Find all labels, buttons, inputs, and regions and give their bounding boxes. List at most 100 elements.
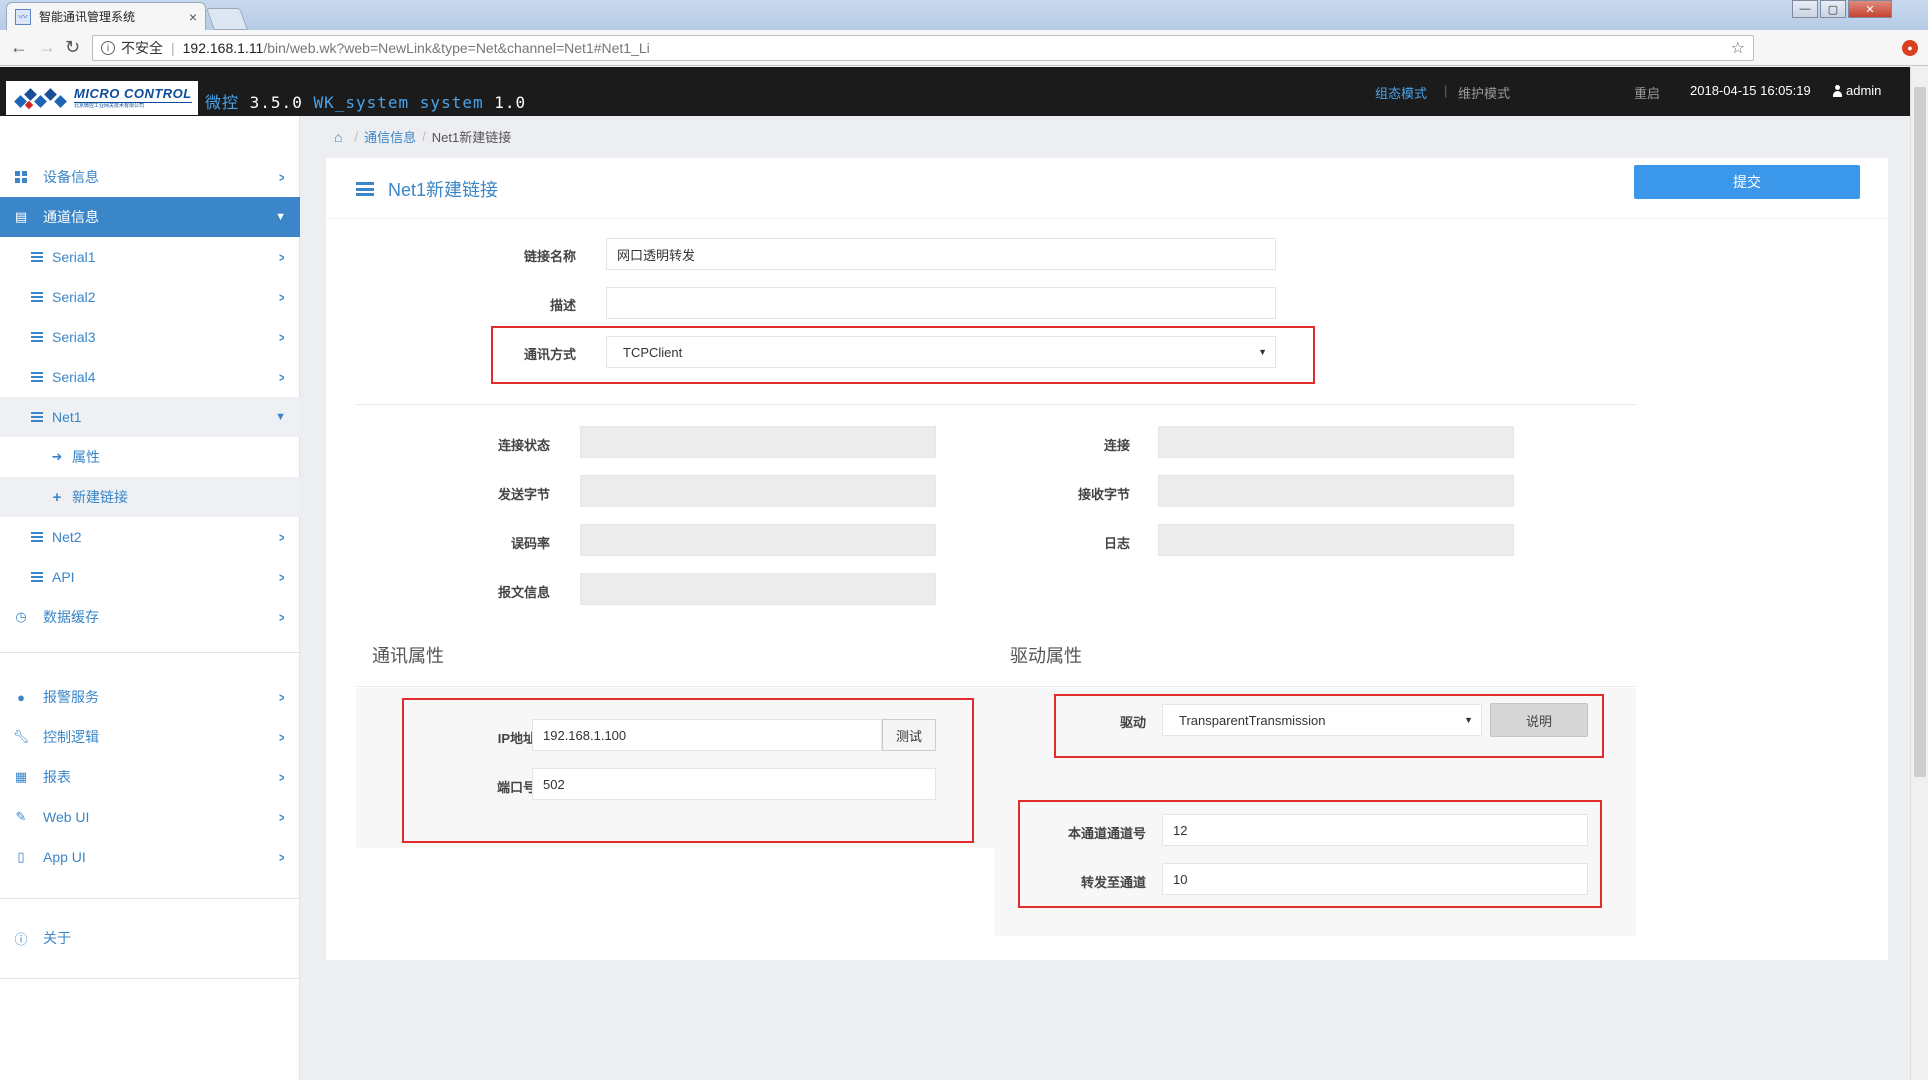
wrench-icon: 🔧︎ xyxy=(12,729,30,744)
comm-mode-value: TCPClient xyxy=(623,344,683,360)
pencil-icon: ✎ xyxy=(15,809,27,824)
url-separator: | xyxy=(171,40,175,56)
chevron-right-icon: > xyxy=(279,169,285,185)
list-icon xyxy=(30,570,44,584)
link-name-label: 链接名称 xyxy=(523,249,576,264)
error-rate-label: 误码率 xyxy=(510,536,550,551)
list-icon xyxy=(30,370,44,384)
list-icon xyxy=(30,530,44,544)
config-mode-link[interactable]: 组态模式 xyxy=(1375,83,1427,102)
favicon-icon: 〰 xyxy=(15,8,31,25)
breadcrumb: ⌂ / 通信信息 / Net1新建链接 xyxy=(334,127,512,146)
window-close-icon[interactable]: ✕ xyxy=(1848,0,1892,18)
caret-down-icon: ▼ xyxy=(1258,347,1267,357)
main-content: ⌂ / 通信信息 / Net1新建链接 Net1新建链接 提交 链接名称 网口透… xyxy=(300,116,1910,1080)
error-rate-field xyxy=(580,524,936,556)
recv-bytes-field xyxy=(1158,475,1514,507)
minimize-icon[interactable]: — xyxy=(1792,0,1818,18)
chevron-right-icon: > xyxy=(279,689,285,705)
back-arrow-icon[interactable]: ← xyxy=(10,37,28,58)
driver-select[interactable]: TransparentTransmission ▼ xyxy=(1162,704,1482,736)
chevron-right-icon: > xyxy=(279,329,285,345)
home-icon[interactable]: ⌂ xyxy=(334,129,342,145)
sidebar-item-alarm-service[interactable]: ● 报警服务 > xyxy=(0,677,300,717)
recv-bytes-label: 接收字节 xyxy=(1077,487,1130,502)
page-scrollbar[interactable] xyxy=(1910,67,1928,1080)
forward-channel-label: 转发至通道 xyxy=(1080,875,1146,890)
restart-link[interactable]: 重启 xyxy=(1634,83,1660,102)
sidebar-item-net2[interactable]: Net2 > xyxy=(0,517,300,557)
mode-divider: | xyxy=(1444,83,1448,98)
connect-label: 连接 xyxy=(1103,438,1130,453)
connect-field xyxy=(1158,426,1514,458)
sidebar-item-serial2[interactable]: Serial2 > xyxy=(0,277,300,317)
chevron-right-icon: > xyxy=(279,529,285,545)
username: admin xyxy=(1846,83,1882,98)
sidebar-divider xyxy=(0,978,300,979)
logo-mark-icon xyxy=(10,85,70,111)
description-input[interactable] xyxy=(606,287,1276,319)
dashboard-icon xyxy=(14,170,28,184)
new-tab-button[interactable] xyxy=(205,8,249,30)
user-menu[interactable]: admin xyxy=(1832,83,1881,98)
list-icon xyxy=(30,250,44,264)
ip-address-input[interactable]: 192.168.1.100 xyxy=(532,719,882,751)
sidebar-item-net1-properties[interactable]: ➜ 属性 xyxy=(0,437,300,477)
scrollbar-thumb[interactable] xyxy=(1914,87,1926,777)
tab-close-icon[interactable]: × xyxy=(189,9,197,25)
extension-icon[interactable]: ● xyxy=(1902,40,1918,56)
app-version: 3.5.0 xyxy=(249,93,303,112)
chevron-down-icon: ▼ xyxy=(275,411,286,423)
comm-mode-select[interactable]: TCPClient ▼ xyxy=(606,336,1276,368)
comm-props-title: 通讯属性 xyxy=(372,646,444,666)
maximize-icon[interactable]: ▢ xyxy=(1820,0,1846,18)
breadcrumb-parent[interactable]: 通信信息 xyxy=(364,127,416,146)
explain-button[interactable]: 说明 xyxy=(1490,703,1588,737)
system-version: 1.0 xyxy=(494,93,527,112)
port-label: 端口号 xyxy=(496,780,536,795)
sidebar-item-web-ui[interactable]: ✎ Web UI > xyxy=(0,797,300,837)
sidebar-item-api[interactable]: API > xyxy=(0,557,300,597)
message-info-field xyxy=(580,573,936,605)
port-input[interactable]: 502 xyxy=(532,768,936,800)
section-divider xyxy=(994,686,1636,687)
sidebar: 设备信息 > ▤ 通道信息 ▼ Serial1 > Serial2 > Seri… xyxy=(0,116,300,1080)
sidebar-item-app-ui[interactable]: ▯ App UI > xyxy=(0,837,300,877)
local-channel-input[interactable]: 12 xyxy=(1162,814,1588,846)
breadcrumb-current: Net1新建链接 xyxy=(431,130,512,145)
log-field xyxy=(1158,524,1514,556)
forward-arrow-icon[interactable]: → xyxy=(38,37,56,58)
sidebar-item-device-info[interactable]: 设备信息 > xyxy=(0,157,300,197)
test-button[interactable]: 测试 xyxy=(882,719,936,751)
sidebar-item-about[interactable]: ⓘ 关于 xyxy=(0,918,300,958)
sidebar-item-data-cache[interactable]: ◷ 数据缓存 > xyxy=(0,597,300,637)
calendar-icon: ▦ xyxy=(14,769,28,784)
link-name-input[interactable]: 网口透明转发 xyxy=(606,238,1276,270)
browser-tab[interactable]: 〰 智能通讯管理系统 × xyxy=(6,2,206,30)
reload-icon[interactable]: ↻ xyxy=(65,37,80,58)
url-input[interactable]: i 不安全 | 192.168.1.11 /bin/web.wk?web=New… xyxy=(92,35,1754,61)
chevron-right-icon: > xyxy=(279,769,285,785)
sidebar-item-channel-info[interactable]: ▤ 通道信息 ▼ xyxy=(0,197,300,237)
forward-channel-input[interactable]: 10 xyxy=(1162,863,1588,895)
url-host: 192.168.1.11 xyxy=(182,40,264,56)
url-path: /bin/web.wk?web=NewLink&type=Net&channel… xyxy=(263,40,650,56)
sidebar-item-net1[interactable]: Net1 ▼ xyxy=(0,397,300,437)
sidebar-item-control-logic[interactable]: 🔧︎ 控制逻辑 > xyxy=(0,717,300,757)
sidebar-item-net1-new-link[interactable]: + 新建链接 xyxy=(0,477,300,517)
maintenance-mode-link[interactable]: 维护模式 xyxy=(1458,83,1510,102)
chevron-right-icon: > xyxy=(279,849,285,865)
plus-icon: + xyxy=(52,488,62,506)
sidebar-item-report[interactable]: ▦ 报表 > xyxy=(0,757,300,797)
info-icon[interactable]: i xyxy=(101,41,115,55)
sidebar-item-serial4[interactable]: Serial4 > xyxy=(0,357,300,397)
log-label: 日志 xyxy=(1103,536,1130,551)
chevron-right-icon: > xyxy=(279,729,285,745)
logo: MICRO CONTROL 北京微控工业网关技术有限公司 xyxy=(6,81,198,115)
submit-button[interactable]: 提交 xyxy=(1634,165,1860,199)
chevron-right-icon: > xyxy=(279,809,285,825)
sidebar-item-serial3[interactable]: Serial3 > xyxy=(0,317,300,357)
bookmark-star-icon[interactable]: ☆ xyxy=(1731,38,1745,58)
sidebar-item-serial1[interactable]: Serial1 > xyxy=(0,237,300,277)
chevron-down-icon: ▼ xyxy=(275,211,286,223)
